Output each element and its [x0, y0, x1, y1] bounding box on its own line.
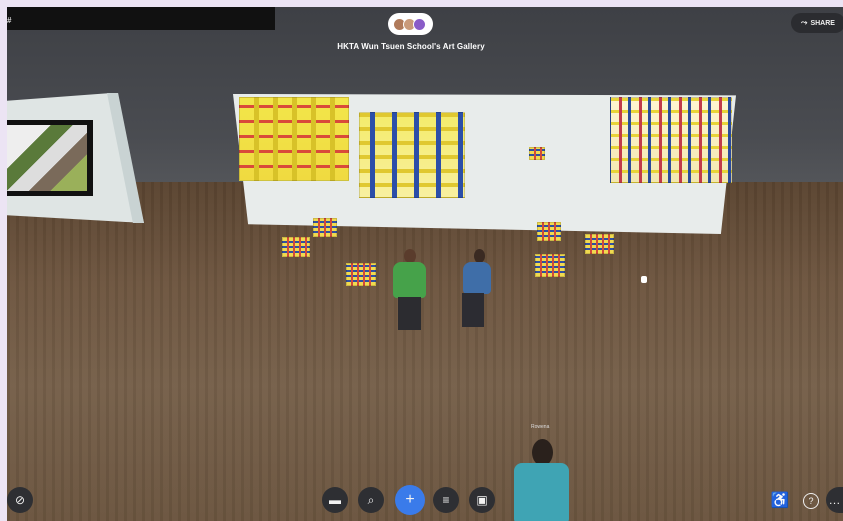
image-icon: ▣ — [476, 493, 488, 507]
participants-pill[interactable] — [388, 13, 433, 35]
accessibility-icon: ♿ — [770, 492, 790, 509]
accessibility-button[interactable]: ♿ — [767, 487, 793, 513]
artwork-grid-3[interactable] — [610, 97, 732, 183]
artwork-grid-2[interactable] — [359, 112, 465, 198]
share-label: SHARE — [810, 19, 835, 27]
toolbar-search-button[interactable]: ⌕ — [358, 487, 384, 513]
top-strip — [275, 0, 605, 7]
toolbar-filter-button[interactable]: ≡ — [433, 487, 459, 513]
top-left-menu-icon[interactable]: # — [7, 16, 11, 25]
framed-artwork-image[interactable] — [7, 125, 87, 191]
space-title: HKTA Wun Tsuen School's Art Gallery — [337, 42, 485, 51]
toolbar-add-button[interactable]: + — [395, 485, 425, 515]
camera-toggle-button[interactable]: ⊘ — [7, 487, 33, 513]
avatar-head — [404, 249, 416, 263]
share-icon: ⤳ — [801, 18, 808, 27]
artwork-small-wall[interactable] — [529, 147, 545, 160]
artwork-floating-5[interactable] — [585, 234, 614, 254]
participant-avatar — [412, 17, 426, 31]
help-button[interactable]: ? — [803, 493, 819, 509]
camera-off-icon: ⊘ — [14, 493, 26, 507]
avatar-legs — [462, 293, 484, 327]
avatar-torso — [514, 463, 569, 521]
help-icon: ? — [808, 496, 814, 506]
plus-icon: + — [405, 491, 415, 508]
avatar-torso — [463, 262, 491, 294]
avatar-legs — [398, 297, 421, 330]
avatar-head — [532, 439, 553, 466]
search-icon: ⌕ — [367, 492, 375, 507]
filter-icon: ≡ — [442, 493, 450, 507]
more-icon: … — [828, 493, 841, 507]
local-avatar-name-tag: Rowena — [531, 424, 550, 430]
avatar-head — [474, 249, 485, 263]
artwork-floating-4[interactable] — [537, 222, 561, 241]
artwork-floating-2[interactable] — [282, 237, 310, 257]
avatar-torso — [393, 262, 426, 298]
toolbar-image-button[interactable]: ▣ — [469, 487, 495, 513]
gallery-3d-scene[interactable] — [7, 7, 843, 521]
artwork-floating-3[interactable] — [346, 263, 376, 286]
artwork-floating-1[interactable] — [313, 218, 337, 237]
pointer-cursor-icon — [641, 276, 647, 283]
toolbar-file-button[interactable]: ▬ — [322, 487, 348, 513]
share-button[interactable]: ⤳ SHARE — [791, 13, 843, 33]
file-icon: ▬ — [329, 493, 341, 507]
artwork-floating-6[interactable] — [535, 254, 565, 277]
artwork-grid-1[interactable] — [239, 97, 349, 181]
top-left-banner — [7, 7, 275, 30]
